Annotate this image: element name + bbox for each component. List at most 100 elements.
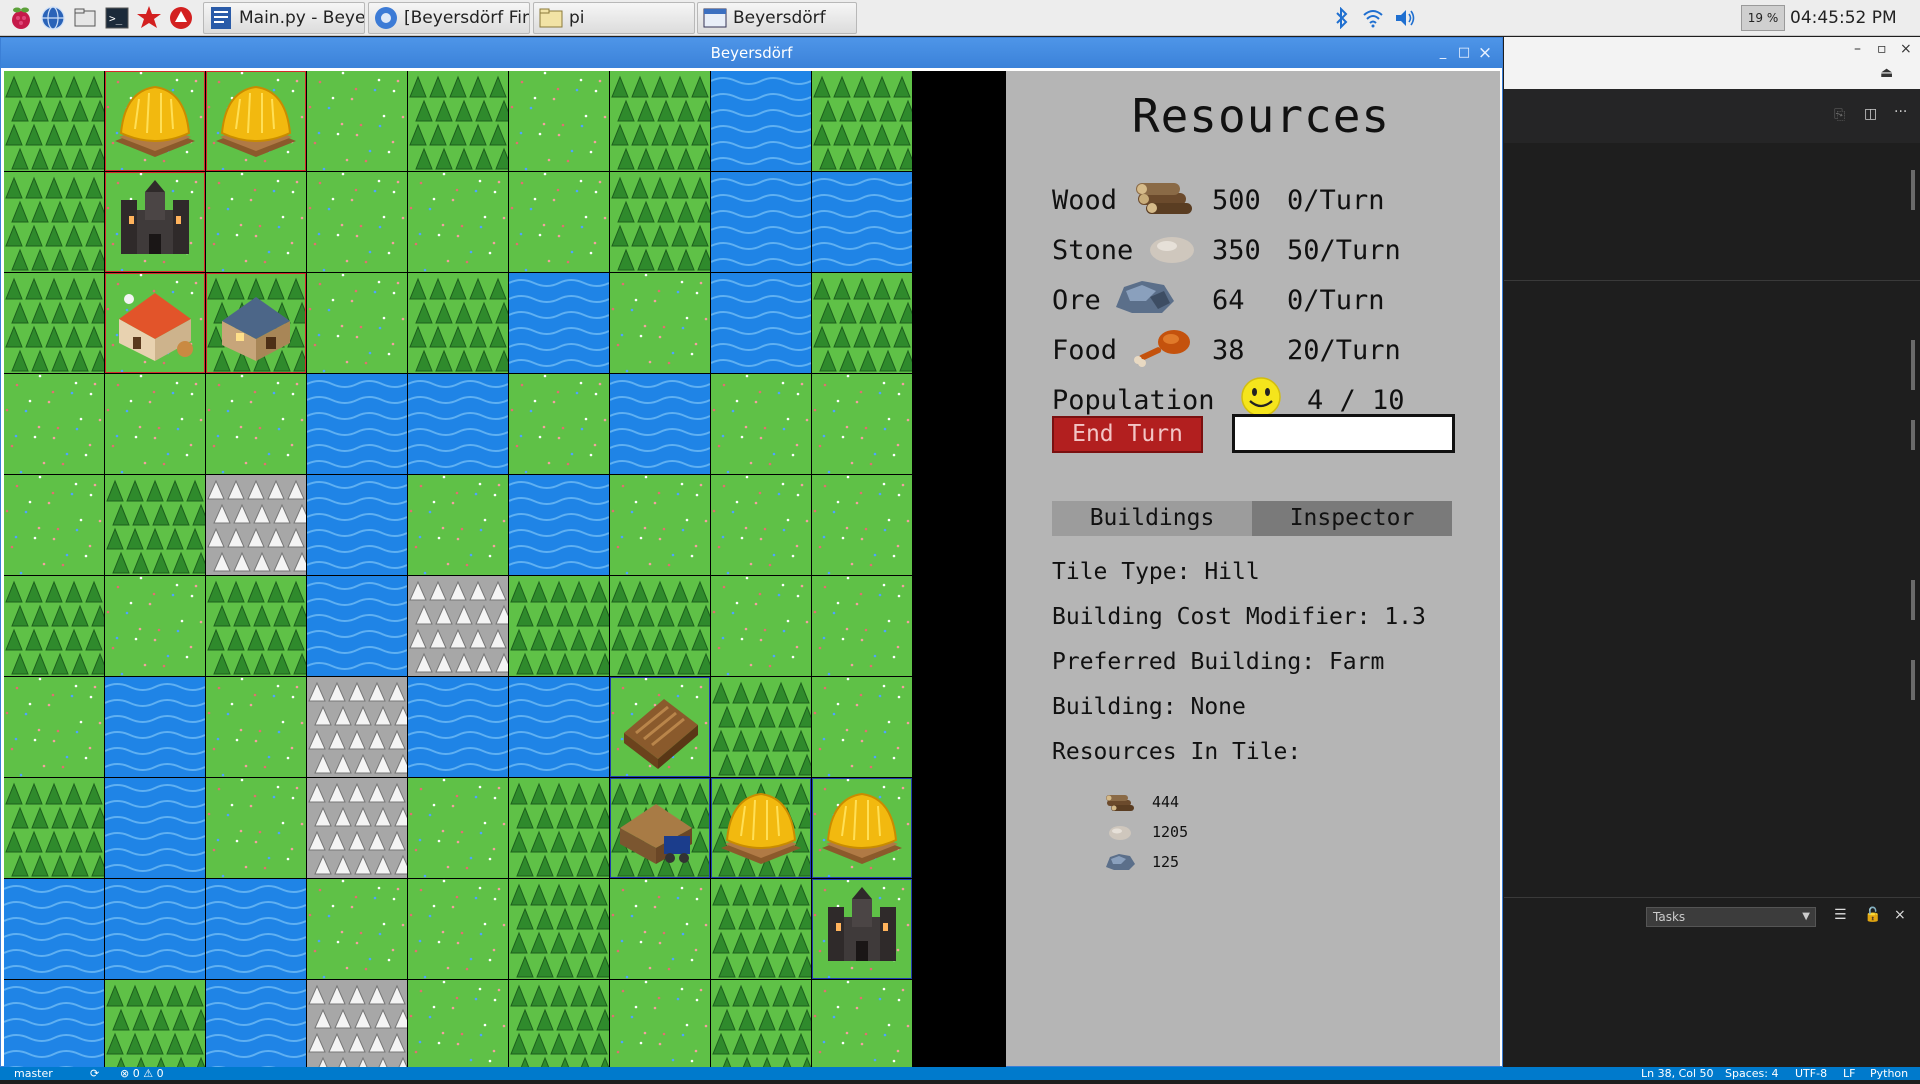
restore-icon[interactable]: ▫ [1877, 41, 1887, 57]
map-tile-grass[interactable] [408, 475, 508, 575]
close-icon[interactable]: × [1900, 41, 1912, 57]
map-tile-forest[interactable] [408, 273, 513, 373]
map-tile-water[interactable] [205, 879, 307, 979]
map-tile-forest[interactable] [4, 273, 109, 373]
map-tile-grass[interactable] [105, 576, 205, 676]
map-tile-water[interactable] [3, 879, 105, 979]
clear-output-icon[interactable]: ☰ [1834, 907, 1847, 923]
map-tile-grass[interactable] [4, 677, 104, 777]
farm-building[interactable] [206, 71, 306, 171]
map-tile-grass[interactable] [408, 980, 508, 1080]
open-changes-icon[interactable]: ⎘ [1834, 107, 1845, 123]
map-tile-forest[interactable] [711, 677, 816, 777]
map-tile-forest[interactable] [711, 879, 816, 979]
map-tile-grass[interactable] [711, 576, 811, 676]
map-tile-grass[interactable] [307, 172, 407, 272]
map-tile-grass[interactable] [610, 273, 710, 373]
farm-building[interactable] [105, 71, 205, 171]
file-manager-icon[interactable] [70, 3, 100, 33]
scrollbar-marker[interactable] [1911, 580, 1915, 620]
map-tile-water[interactable] [306, 475, 408, 575]
raspberry-menu-icon[interactable] [6, 3, 36, 33]
castle-building[interactable] [105, 172, 205, 272]
map-tile-forest[interactable] [509, 980, 614, 1080]
map-tile-grass[interactable] [408, 879, 508, 979]
map-tile-grass[interactable] [812, 576, 912, 676]
map-tile-grass[interactable] [610, 475, 710, 575]
taskbar-item-game[interactable]: Beyersdörf [697, 2, 857, 34]
map-tile-grass[interactable] [105, 374, 205, 474]
scrollbar-marker[interactable] [1911, 660, 1915, 700]
map-tile-water[interactable] [508, 475, 610, 575]
map-tile-grass[interactable] [812, 374, 912, 474]
map-tile-grass[interactable] [4, 374, 104, 474]
map-tile-water[interactable] [104, 677, 206, 777]
map-tile-grass[interactable] [4, 475, 104, 575]
farm-building[interactable] [812, 778, 912, 878]
wifi-icon[interactable] [1360, 0, 1386, 36]
map-tile-grass[interactable] [812, 677, 912, 777]
map-tile-grass[interactable] [711, 374, 811, 474]
map-tile-mountain[interactable] [206, 475, 311, 575]
map-tile-grass[interactable] [610, 980, 710, 1080]
web-browser-icon[interactable] [38, 3, 68, 33]
map-tile-forest[interactable] [812, 273, 917, 373]
lock-icon[interactable]: 🔓 [1864, 907, 1881, 923]
map-tile-grass[interactable] [509, 374, 609, 474]
map-tile-water[interactable] [205, 980, 307, 1080]
map-tile-forest[interactable] [509, 576, 614, 676]
map-tile-forest[interactable] [408, 71, 513, 171]
taskbar-item-editor[interactable]: Main.py - Beyersdorf ... [203, 2, 365, 34]
volume-icon[interactable] [1392, 0, 1418, 36]
split-editor-icon[interactable]: ◫ [1864, 106, 1877, 122]
map-tile-water[interactable] [407, 677, 509, 777]
scrollbar-marker[interactable] [1911, 340, 1915, 390]
scrollbar-marker[interactable] [1911, 420, 1915, 450]
scrollbar-marker[interactable] [1911, 170, 1915, 210]
close-icon[interactable]: × [1475, 38, 1495, 68]
map-tile-grass[interactable] [812, 980, 912, 1080]
eject-icon[interactable]: ⏏ [1880, 65, 1893, 81]
map-tile-grass[interactable] [307, 879, 407, 979]
map-tile-forest[interactable] [812, 71, 917, 171]
house-building[interactable] [105, 273, 205, 373]
map-tile-water[interactable] [306, 374, 408, 474]
map-tile-water[interactable] [811, 172, 913, 272]
map-tile-grass[interactable] [408, 778, 508, 878]
map-tile-water[interactable] [306, 576, 408, 676]
tab-inspector[interactable]: Inspector [1252, 501, 1452, 536]
map-tile-grass[interactable] [509, 71, 609, 171]
map-tile-forest[interactable] [610, 71, 715, 171]
cursor-position[interactable]: Ln 38, Col 50 [1641, 1067, 1714, 1080]
map-tile-water[interactable] [710, 71, 812, 171]
turn-input[interactable] [1232, 414, 1455, 453]
map-tile-grass[interactable] [509, 172, 609, 272]
minimize-icon[interactable]: – [1854, 41, 1861, 57]
map-tile-water[interactable] [3, 980, 105, 1080]
map-tile-grass[interactable] [812, 475, 912, 575]
map-tile-forest[interactable] [4, 778, 109, 878]
map-tile-water[interactable] [508, 273, 610, 373]
close-panel-icon[interactable]: × [1894, 907, 1906, 923]
map-tile-mountain[interactable] [307, 778, 412, 878]
map-tile-forest[interactable] [610, 172, 715, 272]
maximize-icon[interactable]: □ [1454, 38, 1474, 68]
map-tile-mountain[interactable] [307, 677, 412, 777]
bluetooth-icon[interactable] [1330, 0, 1354, 36]
terminal-icon[interactable]: >_ [102, 3, 132, 33]
workshop-building[interactable] [206, 273, 306, 373]
git-branch[interactable]: master [14, 1067, 53, 1080]
map-tile-grass[interactable] [408, 172, 508, 272]
map-tile-grass[interactable] [206, 374, 306, 474]
map-tile-water[interactable] [710, 172, 812, 272]
tasks-dropdown[interactable]: Tasks ▼ [1646, 907, 1816, 927]
minimize-icon[interactable]: _ [1433, 38, 1453, 68]
problems-count[interactable]: ⊗ 0 ⚠ 0 [120, 1067, 164, 1080]
map-tile-forest[interactable] [4, 71, 109, 171]
castle-building[interactable] [812, 879, 912, 979]
map-tile-water[interactable] [104, 879, 206, 979]
more-actions-icon[interactable]: ··· [1894, 104, 1907, 120]
map-tile-grass[interactable] [206, 677, 306, 777]
map-tile-grass[interactable] [711, 475, 811, 575]
map-tile-mountain[interactable] [408, 576, 513, 676]
